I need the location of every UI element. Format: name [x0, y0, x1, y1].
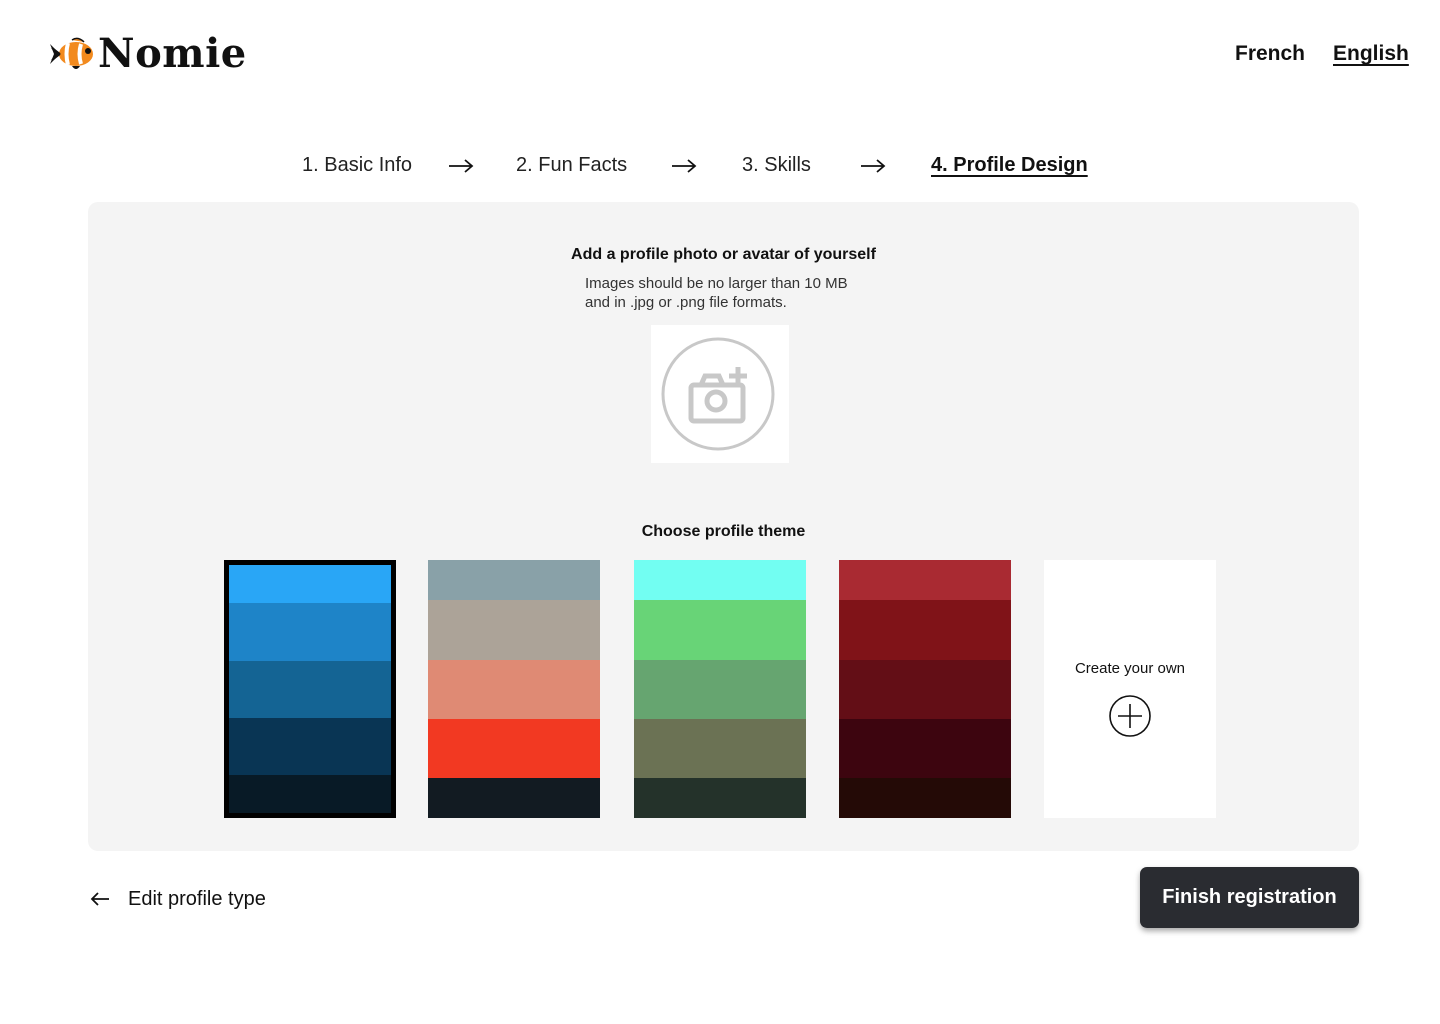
arrow-left-icon [90, 892, 109, 906]
plus-circle-icon [1109, 695, 1151, 737]
theme-color-band [839, 778, 1011, 818]
theme-color-band [229, 774, 391, 814]
theme-color-band [428, 778, 600, 818]
language-english[interactable]: English [1333, 42, 1409, 66]
theme-color-band [634, 560, 806, 600]
back-label: Edit profile type [128, 887, 266, 910]
theme-color-band [634, 778, 806, 818]
theme-option-coral[interactable] [428, 560, 600, 818]
theme-color-band [229, 565, 391, 604]
theme-option-blue[interactable] [224, 560, 396, 818]
edit-profile-type-link[interactable]: Edit profile type [90, 884, 266, 914]
step-fun-facts[interactable]: 2. Fun Facts [516, 154, 627, 177]
theme-option-green[interactable] [634, 560, 806, 818]
arrow-right-icon [861, 159, 886, 173]
theme-color-band [839, 660, 1011, 719]
theme-color-band [428, 719, 600, 778]
arrow-right-icon [449, 159, 474, 173]
step-skills[interactable]: 3. Skills [742, 154, 811, 177]
theme-color-band [634, 600, 806, 660]
theme-color-band [229, 661, 391, 718]
theme-color-band [839, 560, 1011, 600]
logo[interactable]: Nomie [48, 30, 247, 78]
theme-color-band [634, 660, 806, 719]
theme-color-band [839, 600, 1011, 660]
registration-steps: 1. Basic Info 2. Fun Facts 3. Skills 4. … [0, 154, 1440, 186]
finish-registration-button[interactable]: Finish registration [1140, 867, 1359, 928]
theme-color-band [634, 719, 806, 778]
create-own-label: Create your own [1074, 660, 1186, 677]
photo-upload-button[interactable] [651, 325, 789, 463]
camera-add-icon [661, 337, 775, 451]
arrow-right-icon [672, 159, 697, 173]
profile-design-panel: Add a profile photo or avatar of yoursel… [88, 202, 1359, 851]
theme-color-band [428, 560, 600, 600]
theme-color-band [428, 600, 600, 660]
photo-section-title: Add a profile photo or avatar of yoursel… [571, 246, 876, 263]
step-basic-info[interactable]: 1. Basic Info [302, 154, 412, 177]
theme-option-crimson[interactable] [839, 560, 1011, 818]
step-profile-design[interactable]: 4. Profile Design [931, 154, 1088, 177]
clownfish-logo-icon [50, 37, 93, 69]
theme-color-band [229, 717, 391, 775]
logo-text: Nomie [98, 30, 247, 77]
theme-color-band [839, 719, 1011, 778]
create-own-theme-button[interactable]: Create your own [1044, 560, 1216, 818]
photo-hint: Images should be no larger than 10 MB an… [585, 274, 925, 312]
theme-color-band [428, 660, 600, 719]
theme-color-band [229, 603, 391, 662]
theme-section-title: Choose profile theme [641, 523, 806, 540]
language-french[interactable]: French [1235, 42, 1305, 66]
photo-hint-line: Images should be no larger than 10 MB [585, 275, 848, 292]
photo-hint-line: and in .jpg or .png file formats. [585, 294, 787, 311]
header: Nomie French English [0, 0, 1440, 110]
